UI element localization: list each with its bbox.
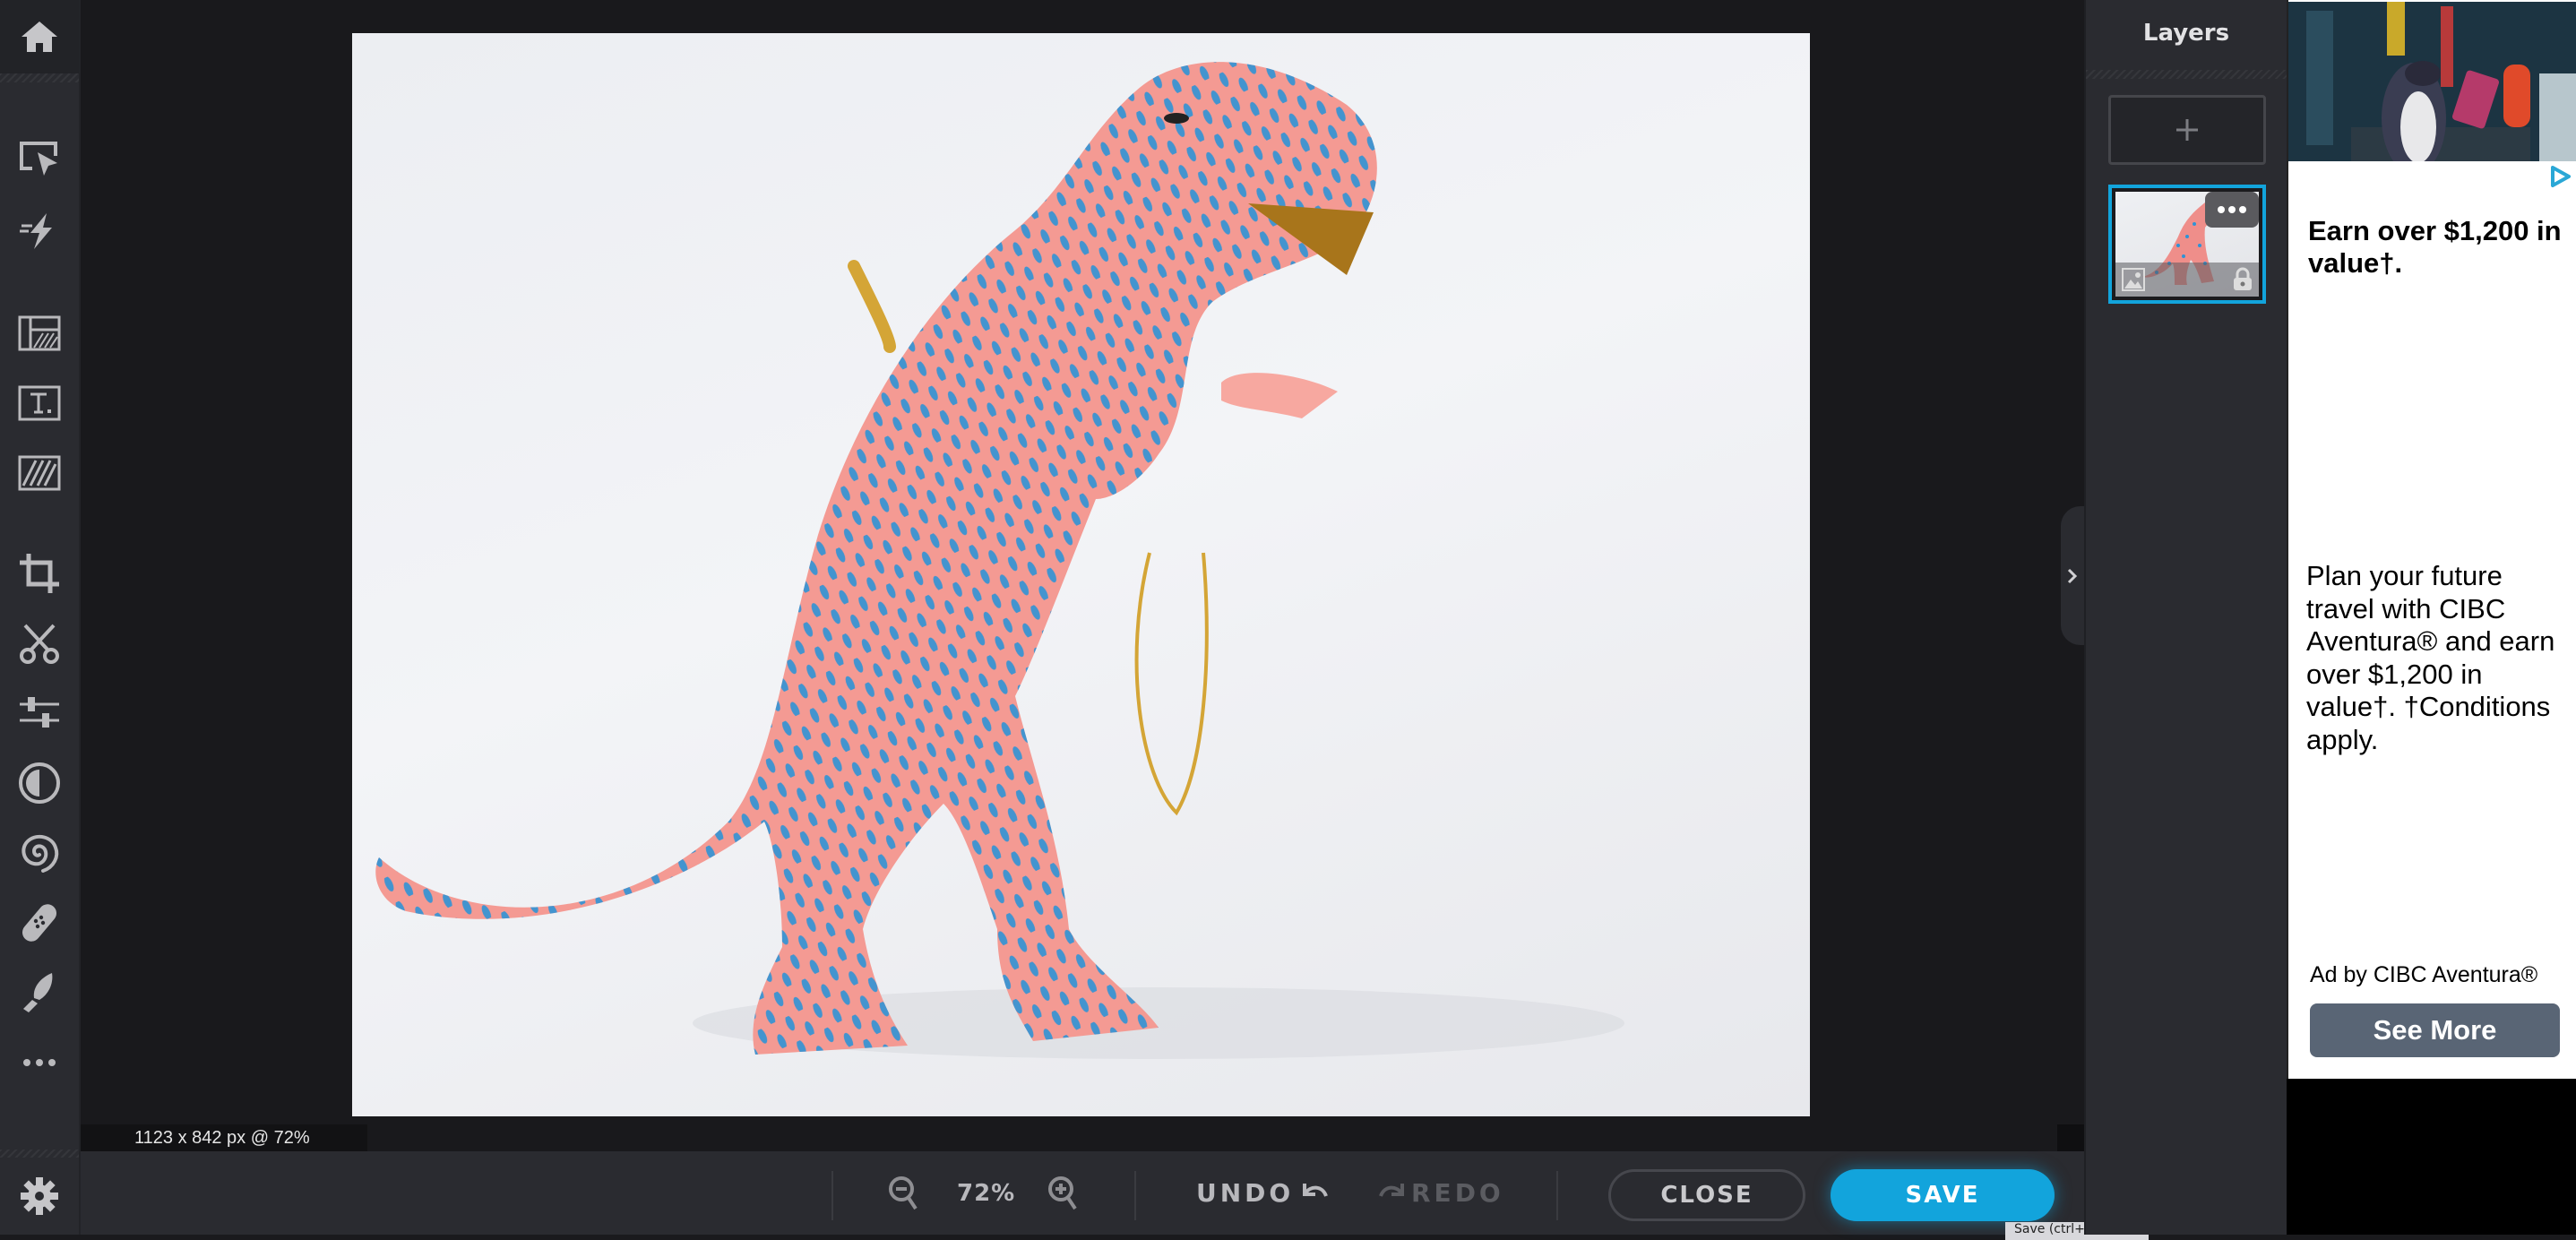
home-icon	[22, 22, 57, 52]
close-button[interactable]: CLOSE	[1608, 1169, 1805, 1221]
layers-title: Layers	[2142, 20, 2230, 47]
zoom-in-icon	[1048, 1175, 1077, 1210]
select-cursor-icon	[20, 142, 57, 176]
editor-canvas[interactable]	[81, 0, 2084, 1124]
divider	[2086, 70, 2287, 79]
add-layer-button[interactable]	[2108, 95, 2266, 165]
undo-icon	[1303, 1183, 1329, 1197]
plus-icon	[2176, 119, 2198, 141]
image-size-status: 1123 x 842 px @ 72%	[81, 1124, 367, 1151]
spiral-icon	[22, 834, 59, 873]
canvas-image[interactable]	[352, 33, 1810, 1116]
layer-item[interactable]	[2108, 185, 2266, 304]
scissors-icon	[20, 624, 59, 664]
dot	[2228, 206, 2236, 213]
home-button[interactable]	[0, 0, 79, 73]
quick-fix-button[interactable]	[0, 202, 79, 260]
dinosaur-photo	[375, 62, 1624, 1059]
left-toolbar	[0, 0, 81, 1235]
brush-icon	[23, 973, 53, 1012]
dot	[2218, 206, 2225, 213]
layer-thumbnail	[2115, 192, 2259, 297]
zoom-out-button[interactable]	[887, 1151, 921, 1235]
more-tools-button[interactable]	[0, 1034, 79, 1091]
status-corner	[2057, 1124, 2084, 1151]
retouch-tool-button[interactable]	[0, 894, 79, 952]
ad-photo	[2288, 2, 2576, 161]
lightning-icon	[20, 213, 52, 249]
divider	[0, 73, 79, 82]
sliders-icon	[20, 697, 59, 728]
layout-tool-button[interactable]	[0, 305, 79, 362]
zoom-in-button[interactable]	[1047, 1151, 1081, 1235]
layers-panel: Layers	[2084, 0, 2287, 1235]
contrast-icon	[19, 762, 60, 804]
dot	[2239, 206, 2246, 213]
redo-label: REDO	[1411, 1178, 1504, 1208]
select-tool-button[interactable]	[0, 131, 79, 188]
crop-icon	[20, 554, 59, 593]
distort-tool-button[interactable]	[0, 824, 79, 882]
cutout-tool-button[interactable]	[0, 615, 79, 672]
texture-icon	[18, 455, 61, 491]
save-button[interactable]: SAVE	[1831, 1169, 2055, 1221]
adjust-tool-button[interactable]	[0, 685, 79, 742]
separator	[1134, 1171, 1136, 1220]
bandage-icon	[22, 904, 56, 942]
collapse-panel-button[interactable]	[2061, 506, 2084, 645]
undo-label: UNDO	[1196, 1178, 1295, 1208]
ad-body-text: Plan your future travel with CIBC Aventu…	[2306, 560, 2555, 755]
separator	[831, 1171, 833, 1220]
zoom-out-icon	[889, 1175, 918, 1210]
redo-icon	[1379, 1183, 1404, 1197]
texture-tool-button[interactable]	[0, 444, 79, 502]
ad-footer-space	[2287, 1079, 2576, 1235]
redo-button[interactable]: REDO	[1375, 1151, 1504, 1235]
image-layer-icon	[2122, 268, 2145, 291]
effects-tool-button[interactable]	[0, 754, 79, 812]
text-icon	[18, 385, 61, 421]
lock-icon[interactable]	[2232, 267, 2253, 292]
gear-icon	[21, 1177, 58, 1215]
layer-thumb-bar	[2115, 263, 2259, 297]
ad-headline[interactable]: Earn over $1,200 in value†.	[2308, 215, 2568, 280]
adchoices-icon[interactable]	[2547, 164, 2572, 189]
status-bar: 1123 x 842 px @ 72%	[81, 1124, 2084, 1151]
ad-advertiser: Ad by CIBC Aventura®	[2310, 962, 2538, 987]
layer-options-button[interactable]	[2205, 192, 2259, 228]
settings-button[interactable]	[0, 1158, 79, 1235]
chevron-right-icon	[2067, 568, 2078, 583]
layout-icon	[18, 315, 61, 351]
ad-image[interactable]	[2288, 2, 2576, 161]
draw-tool-button[interactable]	[0, 964, 79, 1021]
more-icon	[23, 1059, 56, 1066]
undo-button[interactable]: UNDO	[1196, 1151, 1331, 1235]
bottom-toolbar: 72% UNDO REDO CLOSE SAVE	[81, 1151, 2084, 1235]
advertisement[interactable]: Earn over $1,200 in value†. Plan your fu…	[2287, 0, 2576, 1079]
separator	[1556, 1171, 1558, 1220]
zoom-level: 72%	[957, 1179, 1016, 1207]
crop-tool-button[interactable]	[0, 545, 79, 602]
text-tool-button[interactable]	[0, 375, 79, 432]
see-more-button[interactable]: See More	[2310, 1003, 2560, 1057]
